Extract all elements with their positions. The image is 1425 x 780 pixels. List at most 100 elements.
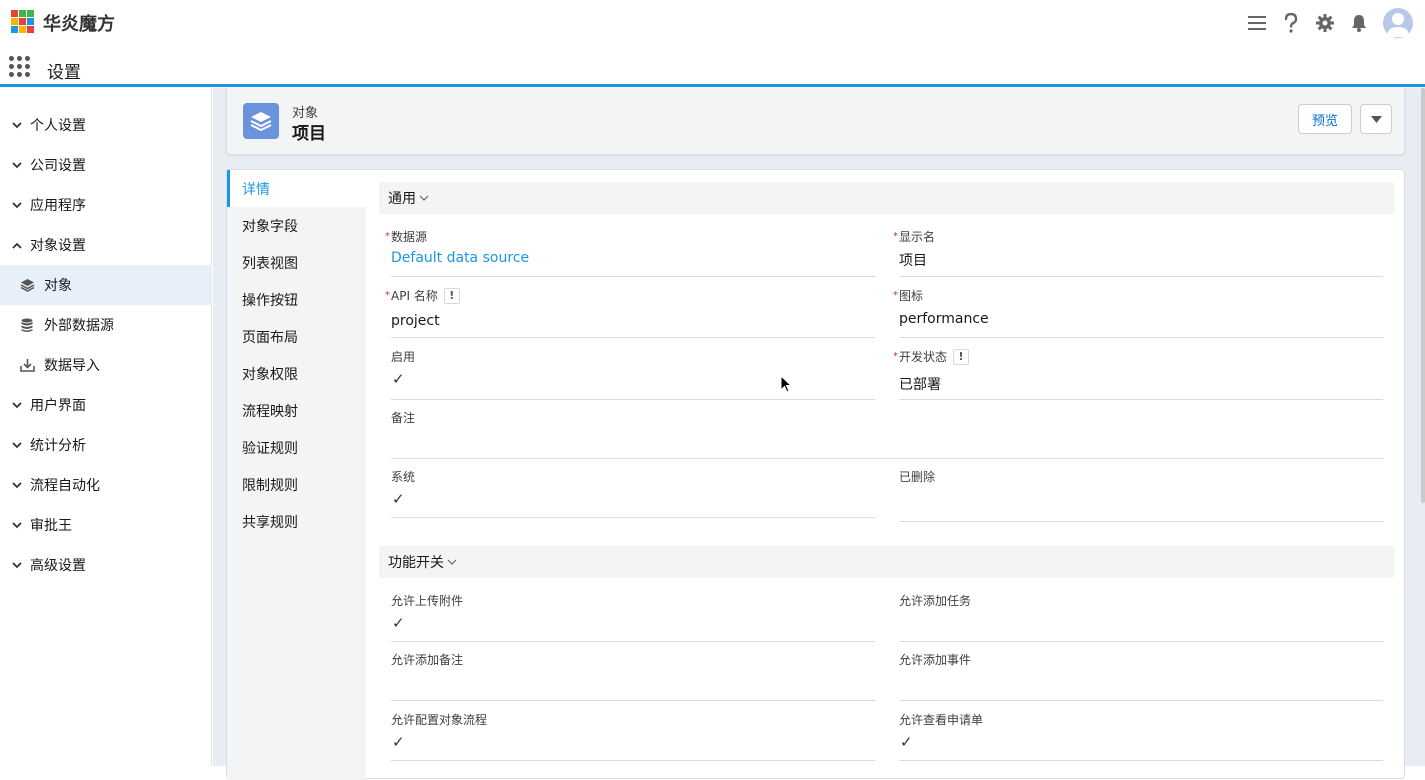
chevron-down-icon — [11, 441, 23, 449]
page-title: 项目 — [292, 124, 326, 144]
sidebar-item-applications[interactable]: 应用程序 — [0, 185, 212, 225]
required-marker: * — [893, 290, 898, 301]
sidebar-item-process-automation[interactable]: 流程自动化 — [0, 465, 212, 505]
field-label: * 数据源 — [385, 228, 428, 245]
sidebar-item-label: 公司设置 — [30, 158, 86, 174]
field-value: performance — [899, 311, 989, 327]
sidebar-item-objects[interactable]: 对象 — [0, 265, 212, 305]
sidebar-item-label: 审批王 — [30, 518, 72, 534]
field-api-name: * API 名称! project — [385, 287, 875, 338]
field-label: 允许配置对象流程 — [391, 711, 487, 728]
field-value: project — [391, 313, 440, 329]
info-icon[interactable]: ! — [443, 287, 460, 304]
field-allow-notes: 允许添加备注 — [391, 651, 875, 701]
section-title: 通用 — [388, 191, 416, 207]
brand-logo[interactable] — [11, 10, 35, 34]
detail-tabs: 详情 对象字段 列表视图 操作按钮 页面布局 对象权限 流程映射 验证规则 限制… — [227, 170, 366, 780]
info-icon[interactable]: ! — [953, 348, 970, 365]
required-marker: * — [385, 231, 390, 242]
tab-object-fields[interactable]: 对象字段 — [227, 207, 366, 244]
sidebar-item-analytics[interactable]: 统计分析 — [0, 425, 212, 465]
required-marker: * — [893, 231, 898, 242]
object-header: 对象 项目 预览 — [226, 88, 1405, 155]
section-general-header[interactable]: 通用 — [379, 182, 1394, 214]
app-title: 设置 — [47, 63, 81, 83]
field-allow-requests: 允许查看申请单 ✓ — [899, 711, 1383, 761]
field-label: 备注 — [391, 409, 415, 426]
field-icon: * 图标 performance — [893, 287, 1383, 338]
bell-icon[interactable] — [1349, 13, 1369, 33]
avatar[interactable] — [1383, 8, 1413, 38]
field-label-text: 数据源 — [391, 230, 428, 244]
sidebar-item-approval[interactable]: 审批王 — [0, 505, 212, 545]
required-marker: * — [385, 290, 390, 301]
field-label-text: 系统 — [391, 470, 416, 484]
sidebar-item-external-datasource[interactable]: 外部数据源 — [0, 305, 212, 345]
main-content: 对象 项目 预览 详情 对象字段 列表视图 操作按钮 页面布局 对象权限 流程映… — [213, 88, 1425, 780]
detail-card: 详情 对象字段 列表视图 操作按钮 页面布局 对象权限 流程映射 验证规则 限制… — [226, 169, 1405, 780]
field-label-text: 允许查看申请单 — [899, 713, 984, 727]
gear-icon[interactable] — [1315, 13, 1335, 33]
field-label: * 开发状态! — [893, 348, 970, 365]
brand-name[interactable]: 华炎魔方 — [43, 10, 115, 36]
field-label-text: 已删除 — [899, 470, 936, 484]
sidebar-item-object-settings[interactable]: 对象设置 — [0, 225, 212, 265]
app-launcher-icon[interactable] — [9, 56, 31, 78]
tab-sharing-rules[interactable]: 共享规则 — [227, 503, 366, 540]
tab-details[interactable]: 详情 — [227, 170, 366, 207]
database-icon — [19, 317, 35, 333]
chevron-down-icon — [11, 121, 23, 129]
check-icon: ✓ — [392, 733, 405, 751]
field-label-text: 允许添加事件 — [899, 653, 972, 667]
sidebar-item-data-import[interactable]: 数据导入 — [0, 345, 212, 385]
field-label: 允许查看申请单 — [899, 711, 983, 728]
sidebar-item-personal-settings[interactable]: 个人设置 — [0, 105, 212, 145]
chevron-down-icon — [419, 193, 429, 204]
page-scrollbar[interactable] — [1421, 88, 1425, 503]
field-remark: 备注 — [391, 409, 1383, 459]
sidebar-item-label: 对象 — [44, 278, 72, 294]
sidebar-item-label: 流程自动化 — [30, 478, 100, 494]
field-allow-tasks: 允许添加任务 — [899, 592, 1383, 642]
field-label-text: 允许添加任务 — [899, 594, 972, 608]
sidebar-item-user-interface[interactable]: 用户界面 — [0, 385, 212, 425]
chevron-up-icon — [11, 242, 23, 249]
chevron-down-icon — [11, 561, 23, 569]
preview-button[interactable]: 预览 — [1298, 104, 1352, 134]
tab-validation-rules[interactable]: 验证规则 — [227, 429, 366, 466]
tab-restriction-rules[interactable]: 限制规则 — [227, 466, 366, 503]
tab-action-buttons[interactable]: 操作按钮 — [227, 281, 366, 318]
field-label-text: 备注 — [391, 411, 416, 425]
chevron-down-icon — [11, 521, 23, 529]
field-label-text: 允许添加备注 — [391, 653, 464, 667]
field-value: 已部署 — [899, 377, 941, 393]
tab-page-layouts[interactable]: 页面布局 — [227, 318, 366, 355]
sidebar-item-advanced-settings[interactable]: 高级设置 — [0, 545, 212, 585]
sidebar-item-label: 应用程序 — [30, 198, 86, 214]
section-features-header[interactable]: 功能开关 — [379, 546, 1394, 578]
sidebar-item-label: 个人设置 — [30, 118, 86, 134]
field-label-text: 允许配置对象流程 — [391, 713, 488, 727]
layers-icon — [19, 277, 35, 293]
field-deleted: 已删除 — [899, 468, 1383, 522]
chevron-down-icon — [11, 481, 23, 489]
sidebar-item-label: 外部数据源 — [44, 318, 114, 334]
field-dev-status: * 开发状态! 已部署 — [893, 348, 1383, 400]
field-label: 允许上传附件 — [391, 592, 463, 609]
more-actions-button[interactable] — [1360, 104, 1392, 134]
app-bar: 设置 — [0, 46, 1425, 87]
field-system: 系统 ✓ — [391, 468, 875, 518]
field-value: 项目 — [899, 253, 927, 269]
tab-list-views[interactable]: 列表视图 — [227, 244, 366, 281]
tab-object-permissions[interactable]: 对象权限 — [227, 355, 366, 392]
tab-flow-mapping[interactable]: 流程映射 — [227, 392, 366, 429]
field-label: 允许添加任务 — [899, 592, 971, 609]
datasource-link[interactable]: Default data source — [391, 250, 529, 266]
field-label: 系统 — [391, 468, 415, 485]
help-icon[interactable] — [1281, 13, 1301, 33]
download-icon — [19, 357, 35, 373]
field-label-text: 图标 — [899, 289, 924, 303]
field-label: * 图标 — [893, 287, 924, 304]
sidebar-item-company-settings[interactable]: 公司设置 — [0, 145, 212, 185]
menu-icon[interactable] — [1247, 13, 1267, 33]
